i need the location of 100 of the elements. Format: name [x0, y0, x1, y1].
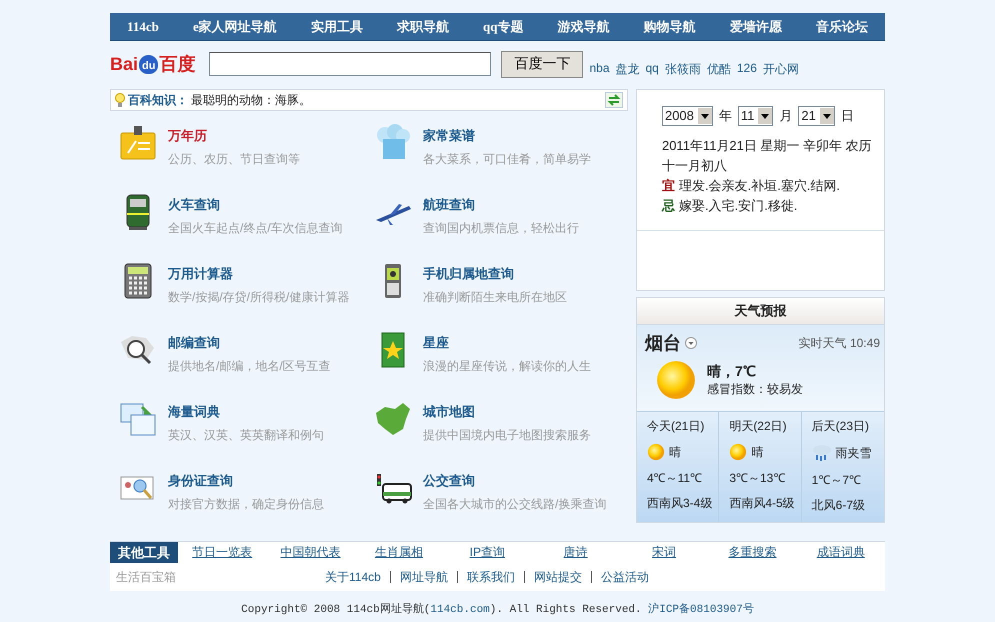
search-field[interactable] — [209, 52, 492, 76]
forecast-wind: 西南风3-4级 — [646, 495, 714, 512]
forecast-condition: 晴 — [751, 444, 764, 460]
flu-index: 感冒指数：较易发 — [706, 382, 803, 396]
tool-link[interactable]: 万用计算器 — [168, 265, 350, 283]
section-label: 其他工具 — [110, 542, 178, 563]
tip-label: 百科知识： — [128, 92, 188, 108]
tool-link[interactable]: 手机归属地查询 — [422, 265, 567, 283]
forecast-temperature: 3℃～13℃ — [729, 470, 786, 487]
tool-link[interactable]: 公交查询 — [422, 472, 606, 490]
date-text: 2011年11月21日 星期一 辛卯年 农历十一月初八 — [662, 137, 872, 175]
copyright-text: Copyright© 2008 114cb网址导航(114cb.com). All Rights Reserved. 沪ICP备08103907号 — [240, 602, 755, 616]
date-unit: 年 — [718, 107, 732, 125]
forecast-day: 后天(23日) — [812, 418, 880, 435]
sun-icon — [654, 359, 697, 401]
tool-link[interactable]: 火车查询 — [168, 196, 343, 214]
hot-search-link[interactable]: nba — [589, 60, 610, 78]
dropdown-circle-icon[interactable] — [684, 337, 697, 349]
nav-link[interactable]: 音乐论坛 — [816, 18, 868, 36]
footer-caption: 生活百宝箱 — [116, 568, 177, 586]
tool-link[interactable]: 万年历 — [168, 127, 300, 145]
nav-link[interactable]: 实用工具 — [310, 18, 363, 36]
forecast-wind: 西南风4-5级 — [729, 495, 796, 512]
tool-link[interactable]: 节日一览表 — [178, 544, 266, 561]
tip-text: 最聪明的动物：海豚。 — [191, 92, 311, 108]
dropdown-arrow-icon — [822, 114, 831, 118]
sun-icon — [646, 443, 665, 461]
weather-title: 天气预报 — [636, 298, 884, 325]
forecast-condition: 晴 — [668, 444, 681, 460]
date-unit: 日 — [840, 107, 854, 125]
tool-description: 浪漫的星座传说，解读你的人生 — [422, 358, 591, 375]
almanac-text: 理发.会亲友.补垣.塞穴.结网. — [678, 178, 840, 193]
tool-link[interactable]: 城市地图 — [422, 403, 591, 421]
tool-link[interactable]: 生肖属相 — [354, 544, 444, 561]
nav-link[interactable]: 求职导航 — [396, 18, 449, 36]
tool-description: 各大菜系，可口佳肴，简单易学 — [422, 151, 591, 168]
tool-link[interactable]: 宋词 — [620, 544, 708, 561]
date-unit: 月 — [779, 107, 792, 125]
footer-link[interactable]: 网址导航 — [390, 571, 457, 583]
city-name[interactable]: 烟台 — [644, 331, 681, 355]
tool-link[interactable]: 多重搜索 — [708, 544, 797, 561]
tool-description: 全国各大城市的公交线路/换乘查询 — [422, 496, 606, 513]
nav-link[interactable]: qq专题 — [483, 18, 524, 36]
hot-search-link[interactable]: 盘龙 — [616, 60, 640, 78]
site-link[interactable]: 114cb.com — [430, 604, 490, 616]
refresh-icon[interactable] — [604, 92, 623, 108]
hot-search-link[interactable]: 优酷 — [706, 60, 731, 78]
almanac-label: 忌 — [662, 198, 675, 213]
hot-search-link[interactable]: 126 — [736, 60, 757, 78]
rain-snow-icon — [812, 443, 832, 463]
date-dropdown[interactable]: 11 — [738, 106, 774, 126]
tool-link[interactable]: 成语词典 — [796, 544, 885, 561]
nav-link[interactable]: 游戏导航 — [558, 18, 610, 36]
search-button[interactable]: 百度一下 — [501, 50, 584, 78]
realtime-label: 实时天气 10:49 — [798, 334, 880, 352]
tool-link[interactable]: IP查询 — [443, 544, 532, 561]
tool-link[interactable]: 星座 — [422, 334, 591, 352]
tool-description: 提供地名/邮编，地名/区号互查 — [168, 358, 331, 375]
tool-description: 全国火车起点/终点/车次信息查询 — [168, 220, 343, 237]
footer-link[interactable]: 关于114cb — [316, 571, 390, 583]
dropdown-arrow-icon — [761, 114, 770, 118]
tool-link[interactable]: 邮编查询 — [168, 334, 331, 352]
lightbulb-icon — [115, 92, 125, 108]
icp-link[interactable]: 沪ICP备08103907号 — [648, 604, 754, 616]
tool-description: 准确判断陌生来电所在地区 — [422, 289, 567, 306]
tool-link[interactable]: 身份证查询 — [168, 472, 324, 490]
forecast-temperature: 4℃～11℃ — [646, 470, 704, 487]
nav-link[interactable]: 114cb — [127, 18, 159, 34]
hot-search-link[interactable]: qq — [646, 60, 659, 78]
date-dropdown[interactable]: 2008 — [662, 106, 713, 126]
date-dropdown[interactable]: 21 — [798, 106, 835, 126]
sun-icon — [729, 443, 748, 461]
dropdown-arrow-icon — [700, 114, 709, 118]
tool-description: 提供中国境内电子地图搜索服务 — [422, 427, 591, 444]
tool-description: 查询国内机票信息，轻松出行 — [422, 220, 579, 237]
footer-link[interactable]: 公益活动 — [590, 571, 658, 583]
hot-search-link[interactable]: 开心网 — [762, 60, 799, 78]
footer-link[interactable]: 联系我们 — [456, 571, 524, 583]
hot-search-link[interactable]: 张筱雨 — [664, 60, 701, 78]
tool-description: 英汉、汉英、英英翻译和例句 — [168, 427, 324, 444]
tool-link[interactable]: 唐诗 — [532, 544, 620, 561]
search-logo: Bai du 百度 — [110, 52, 196, 76]
nav-link[interactable]: 购物导航 — [644, 18, 696, 36]
tool-description: 数学/按揭/存贷/所得税/健康计算器 — [168, 289, 350, 306]
forecast-day: 明天(22日) — [729, 418, 797, 435]
almanac-label: 宜 — [662, 178, 675, 193]
footer-link[interactable]: 网站提交 — [524, 571, 591, 583]
nav-link[interactable]: e家人网址导航 — [192, 18, 277, 36]
current-weather: 晴，7℃ — [706, 362, 757, 380]
tool-link[interactable]: 中国朝代表 — [266, 544, 355, 561]
almanac-text: 嫁娶.入宅.安门.移徙. — [678, 198, 798, 213]
forecast-temperature: 1℃～7℃ — [812, 472, 862, 489]
forecast-condition: 雨夹雪 — [836, 444, 872, 462]
tool-description: 公历、农历、节日查询等 — [168, 151, 300, 168]
forecast-wind: 北风6-7级 — [812, 497, 866, 514]
nav-link[interactable]: 爱墙许愿 — [730, 18, 782, 36]
tool-link[interactable]: 航班查询 — [422, 196, 579, 214]
tool-link[interactable]: 家常菜谱 — [422, 127, 591, 145]
tool-link[interactable]: 海量词典 — [168, 403, 324, 421]
forecast-day: 今天(21日) — [646, 418, 714, 435]
